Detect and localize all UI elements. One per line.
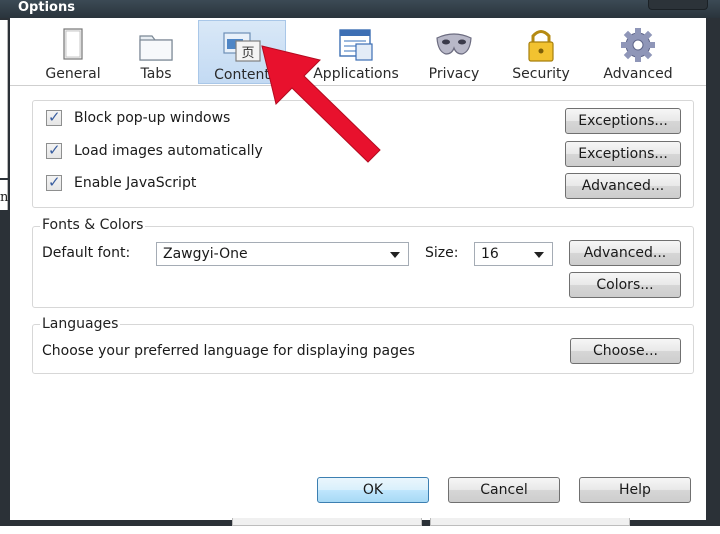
svg-text:页: 页 bbox=[241, 46, 254, 61]
title-bar: Options bbox=[0, 0, 720, 18]
default-font-value: Zawgyi-One bbox=[163, 246, 248, 262]
background-window-edge bbox=[0, 20, 8, 178]
window-title: Options bbox=[18, 0, 75, 15]
default-font-select[interactable]: Zawgyi-One bbox=[156, 242, 409, 266]
colors-button[interactable]: Colors... bbox=[569, 272, 681, 298]
ok-button[interactable]: OK bbox=[317, 477, 429, 503]
fonts-colors-title: Fonts & Colors bbox=[40, 217, 146, 233]
tab-label: Tabs bbox=[140, 66, 172, 82]
gear-icon bbox=[621, 28, 655, 62]
cancel-button[interactable]: Cancel bbox=[448, 477, 560, 503]
tab-label: Advanced bbox=[603, 66, 673, 82]
help-button[interactable]: Help bbox=[579, 477, 691, 503]
block-popups-checkbox[interactable] bbox=[46, 108, 62, 126]
javascript-advanced-button[interactable]: Advanced... bbox=[565, 173, 681, 199]
padlock-icon bbox=[528, 30, 554, 62]
tab-tabs[interactable]: Tabs bbox=[124, 20, 188, 84]
choose-languages-button[interactable]: Choose... bbox=[570, 338, 681, 364]
load-images-label: Load images automatically bbox=[74, 143, 263, 159]
font-size-value: 16 bbox=[481, 246, 499, 262]
options-dialog: Options n General Tabs 页 Content Applica… bbox=[0, 0, 720, 534]
tab-security[interactable]: Security bbox=[504, 20, 578, 84]
fonts-advanced-button[interactable]: Advanced... bbox=[569, 240, 681, 266]
languages-description: Choose your preferred language for displ… bbox=[42, 343, 415, 359]
background-window-edge: n bbox=[0, 180, 8, 210]
tab-general[interactable]: General bbox=[36, 20, 110, 84]
tab-label: Privacy bbox=[428, 66, 480, 82]
tab-label: Security bbox=[512, 66, 570, 82]
size-label: Size: bbox=[425, 245, 459, 261]
window-frame-right bbox=[706, 18, 720, 524]
tab-advanced[interactable]: Advanced bbox=[594, 20, 682, 84]
close-button[interactable] bbox=[648, 0, 708, 10]
font-size-select[interactable]: 16 bbox=[474, 242, 553, 266]
red-pointer-arrow-icon bbox=[261, 45, 381, 163]
background-window-edge bbox=[430, 518, 630, 526]
background-window-edge bbox=[232, 518, 422, 526]
tab-privacy[interactable]: Privacy bbox=[422, 20, 486, 84]
chevron-down-icon bbox=[390, 252, 400, 258]
tabs-icon bbox=[139, 35, 173, 61]
enable-javascript-checkbox[interactable] bbox=[46, 173, 62, 191]
enable-javascript-label: Enable JavaScript bbox=[74, 175, 197, 191]
popup-exceptions-button[interactable]: Exceptions... bbox=[565, 108, 681, 134]
load-images-checkbox[interactable] bbox=[46, 141, 62, 159]
default-font-label: Default font: bbox=[42, 245, 131, 261]
languages-title: Languages bbox=[40, 316, 121, 332]
block-popups-label: Block pop-up windows bbox=[74, 110, 231, 126]
background-text-fragment: n bbox=[0, 190, 9, 205]
images-exceptions-button[interactable]: Exceptions... bbox=[565, 141, 681, 167]
tab-label: General bbox=[45, 66, 101, 82]
chevron-down-icon bbox=[534, 252, 544, 258]
privacy-mask-icon bbox=[436, 33, 472, 55]
general-icon bbox=[63, 28, 83, 60]
content-icon: 页 bbox=[223, 32, 261, 62]
